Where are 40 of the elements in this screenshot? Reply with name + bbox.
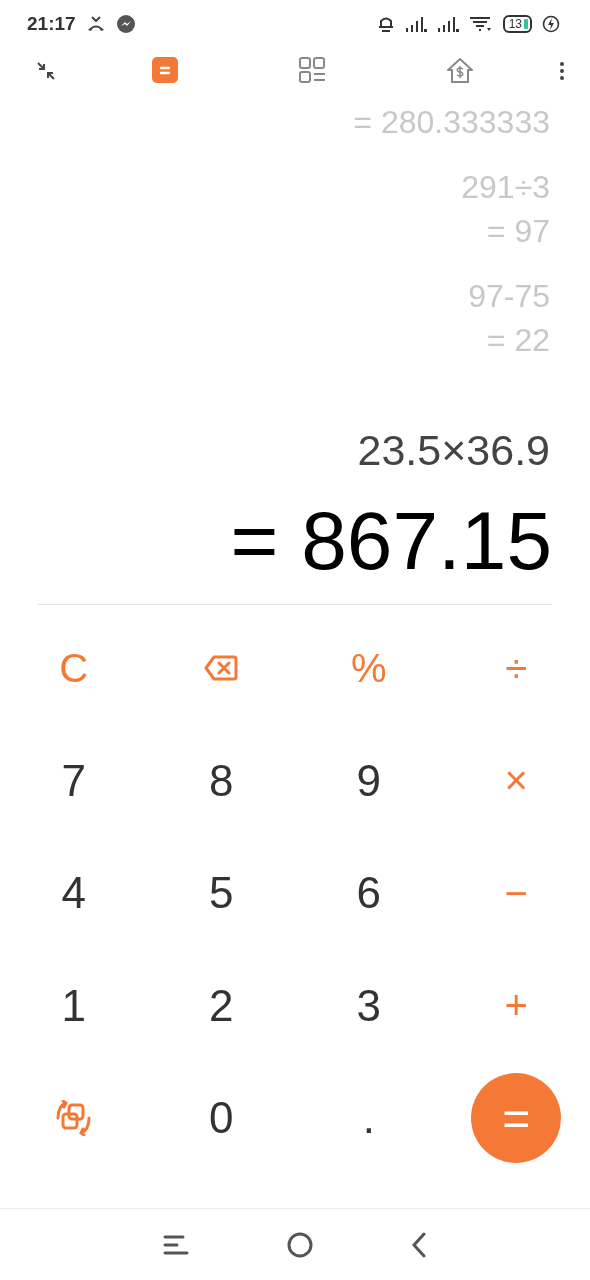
back-button[interactable] [411,1232,427,1258]
calculator-icon [151,57,180,85]
battery-indicator: 13 [502,15,532,33]
digit-key[interactable]: 5 [199,864,244,923]
digit-key[interactable]: 6 [346,864,391,923]
result-display: = 867.15 [230,495,552,586]
operator-key[interactable]: C [49,641,99,695]
digit-key[interactable]: 3 [346,976,391,1035]
mode-tab[interactable] [298,57,327,85]
digit-key[interactable]: 4 [51,864,96,923]
digit-key[interactable]: . [352,1089,385,1148]
digit-key[interactable]: 9 [346,751,391,810]
signal-icon [436,16,459,32]
digit-key[interactable]: 1 [51,976,96,1035]
digit-key[interactable]: 0 [199,1089,244,1148]
operator-key[interactable]: − [494,866,538,920]
messenger-icon [115,14,136,34]
wifi-icon [468,16,493,32]
alarm-icon [376,15,395,33]
digit-key[interactable]: 2 [199,976,244,1035]
digit-key[interactable]: 8 [199,751,244,810]
home-button[interactable] [287,1232,313,1258]
charging-icon [542,15,560,33]
operator-key[interactable]: % [340,641,397,695]
house-dollar-icon [445,57,474,85]
current-expression: 23.5×36.9 [357,426,550,474]
operator-key[interactable]: × [494,754,538,808]
operator-key[interactable]: + [494,979,538,1033]
grid-icon [298,57,327,85]
status-time: 21:17 [27,13,76,35]
signal-icon [404,16,427,32]
missed-call-icon [85,15,106,33]
menu-button[interactable] [163,1234,189,1256]
mode-tab[interactable] [445,57,474,85]
mode-tab[interactable] [151,57,180,85]
digit-key[interactable]: 7 [51,751,96,810]
more-menu-button[interactable] [558,61,565,81]
equals-button[interactable]: = [471,1073,562,1164]
operator-key[interactable]: ÷ [495,641,538,695]
collapse-button[interactable] [36,61,56,81]
